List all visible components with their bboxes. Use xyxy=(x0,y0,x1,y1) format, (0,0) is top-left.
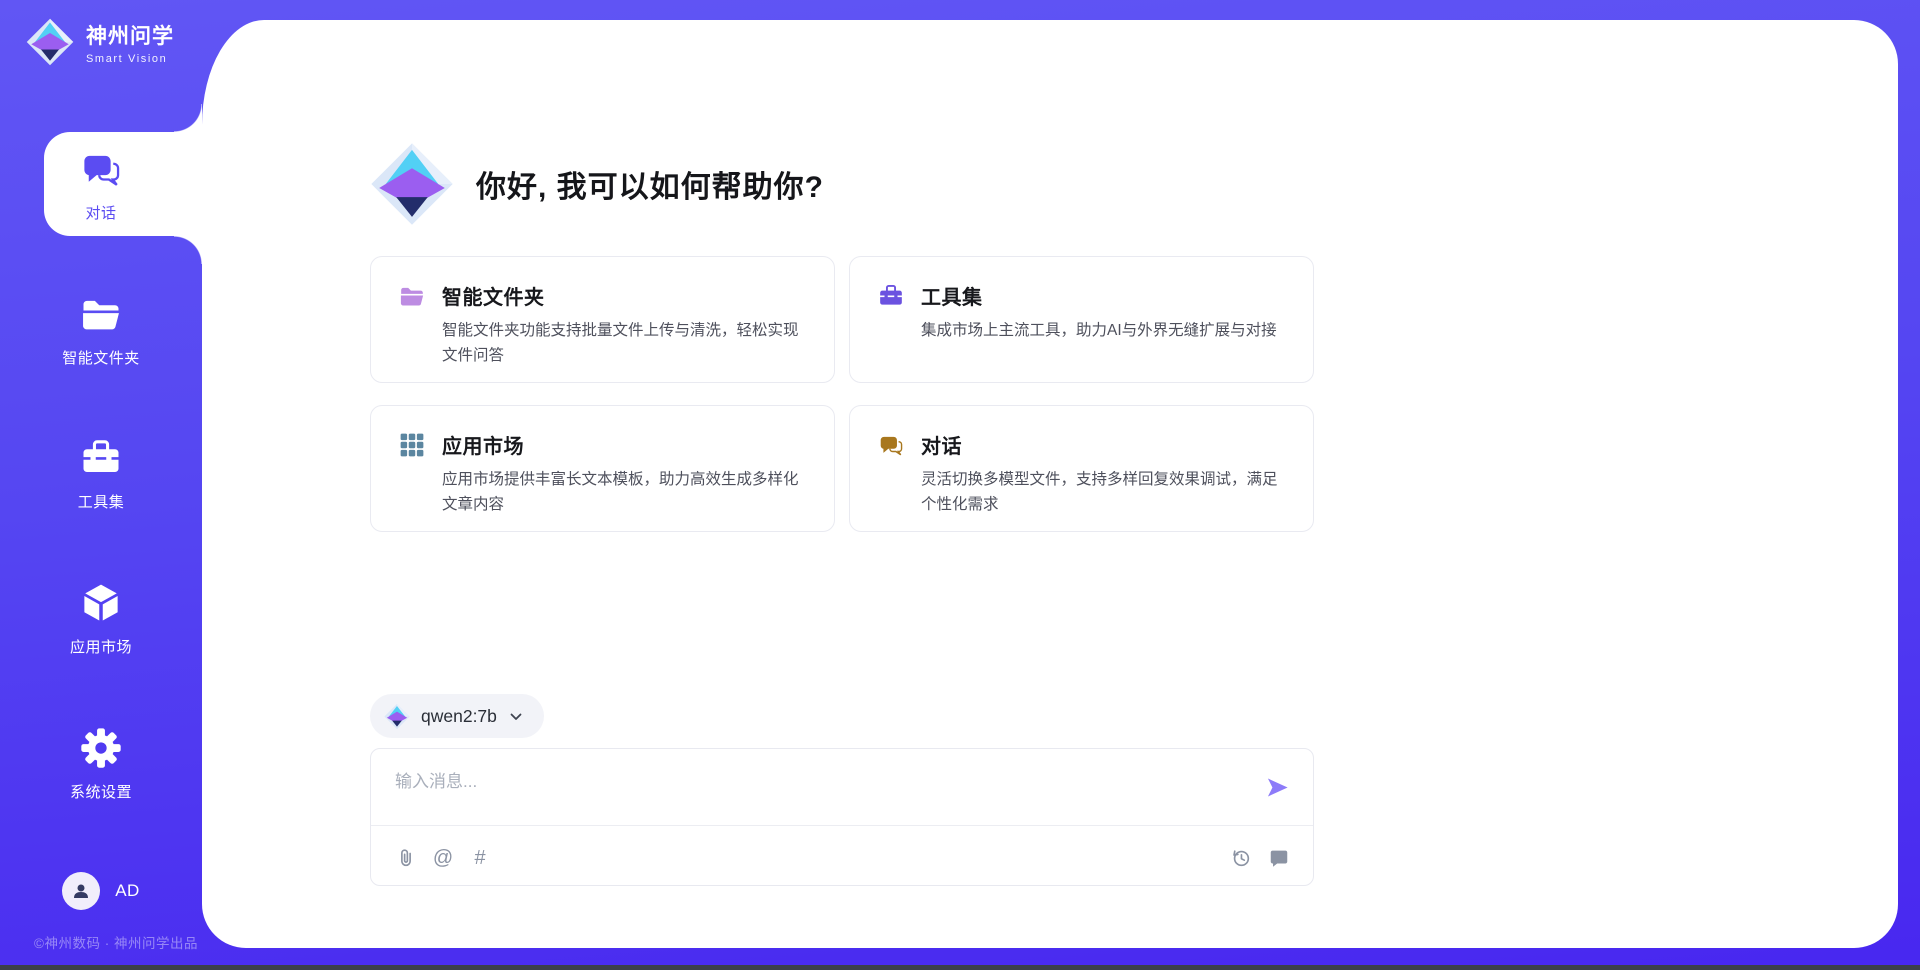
card-description: 集成市场上主流工具，助力AI与外界无缝扩展与对接 xyxy=(921,319,1285,344)
card-title: 工具集 xyxy=(921,281,983,310)
gem-logo-icon xyxy=(370,141,454,227)
card-title: 智能文件夹 xyxy=(442,281,545,310)
screen-bottom-edge xyxy=(0,965,1920,970)
sidebar-item-app-market[interactable]: 应用市场 xyxy=(0,582,202,657)
sidebar: 神州问学 Smart Vision 对话 智能文件夹 工具集 应用市场 系统设置 xyxy=(0,0,202,970)
attachment-icon[interactable] xyxy=(394,846,418,870)
app-root: 神州问学 Smart Vision 对话 智能文件夹 工具集 应用市场 系统设置 xyxy=(0,0,1920,970)
sidebar-item-label: 应用市场 xyxy=(0,636,202,657)
history-icon[interactable] xyxy=(1229,846,1253,870)
gear-icon xyxy=(80,727,122,769)
chat-icon xyxy=(878,432,904,458)
sidebar-item-label: 智能文件夹 xyxy=(0,347,202,368)
brand-subtitle: Smart Vision xyxy=(86,53,174,65)
card-description: 应用市场提供丰富长文本模板，助力高效生成多样化文章内容 xyxy=(442,468,806,518)
toolbox-icon xyxy=(878,283,904,309)
send-button[interactable] xyxy=(1264,774,1291,801)
model-selector[interactable]: qwen2:7b xyxy=(370,694,544,738)
sidebar-item-smart-folder[interactable]: 智能文件夹 xyxy=(0,293,202,368)
greeting-title: 你好, 我可以如何帮助你? xyxy=(476,162,824,206)
send-icon xyxy=(1264,774,1291,801)
feedback-icon[interactable] xyxy=(1267,846,1291,870)
sidebar-item-label: 工具集 xyxy=(0,491,202,512)
brand-logo: 神州问学 Smart Vision xyxy=(26,16,174,68)
avatar xyxy=(62,872,100,910)
card-description: 智能文件夹功能支持批量文件上传与清洗，轻松实现文件问答 xyxy=(442,319,806,369)
topic-icon[interactable]: # xyxy=(468,846,492,870)
chevron-down-icon xyxy=(508,709,524,725)
composer-divider xyxy=(371,825,1313,826)
feature-cards: 智能文件夹 智能文件夹功能支持批量文件上传与清洗，轻松实现文件问答 工具集 集成… xyxy=(370,256,1314,532)
mention-icon[interactable]: @ xyxy=(431,846,455,870)
sidebar-item-toolset[interactable]: 工具集 xyxy=(0,437,202,512)
sidebar-item-label: 系统设置 xyxy=(0,781,202,802)
cube-icon xyxy=(80,582,122,624)
brand-title: 神州问学 xyxy=(86,20,174,50)
user-account[interactable]: AD xyxy=(0,872,202,910)
card-app-market[interactable]: 应用市场 应用市场提供丰富长文本模板，助力高效生成多样化文章内容 xyxy=(370,405,835,532)
toolbox-icon xyxy=(80,437,122,479)
person-icon xyxy=(69,879,93,903)
model-name: qwen2:7b xyxy=(421,706,497,727)
message-input[interactable] xyxy=(395,767,1215,819)
brand-gem-icon xyxy=(26,16,74,68)
sidebar-item-settings[interactable]: 系统设置 xyxy=(0,727,202,802)
gem-logo-icon xyxy=(384,703,410,730)
main-content: 你好, 我可以如何帮助你? 智能文件夹 智能文件夹功能支持批量文件上传与清洗，轻… xyxy=(370,0,1314,970)
greeting-header: 你好, 我可以如何帮助你? xyxy=(370,141,824,227)
card-toolset[interactable]: 工具集 集成市场上主流工具，助力AI与外界无缝扩展与对接 xyxy=(849,256,1314,383)
user-name: AD xyxy=(115,881,140,901)
card-chat[interactable]: 对话 灵活切换多模型文件，支持多样回复效果调试，满足个性化需求 xyxy=(849,405,1314,532)
card-title: 应用市场 xyxy=(442,430,524,459)
sidebar-item-label: 对话 xyxy=(0,202,202,223)
grid-icon xyxy=(399,432,425,458)
sidebar-item-chat[interactable]: 对话 xyxy=(0,148,202,223)
card-title: 对话 xyxy=(921,430,962,459)
model-selector-row: qwen2:7b xyxy=(370,694,544,738)
card-description: 灵活切换多模型文件，支持多样回复效果调试，满足个性化需求 xyxy=(921,468,1285,518)
card-smart-folder[interactable]: 智能文件夹 智能文件夹功能支持批量文件上传与清洗，轻松实现文件问答 xyxy=(370,256,835,383)
folder-icon xyxy=(399,283,425,309)
message-composer: @ # xyxy=(370,748,1314,886)
chat-icon xyxy=(80,148,122,190)
folder-icon xyxy=(80,293,122,335)
composer-toolbar: @ # xyxy=(394,846,1291,870)
copyright-footer: ©神州数码 · 神州问学出品 xyxy=(34,932,198,952)
